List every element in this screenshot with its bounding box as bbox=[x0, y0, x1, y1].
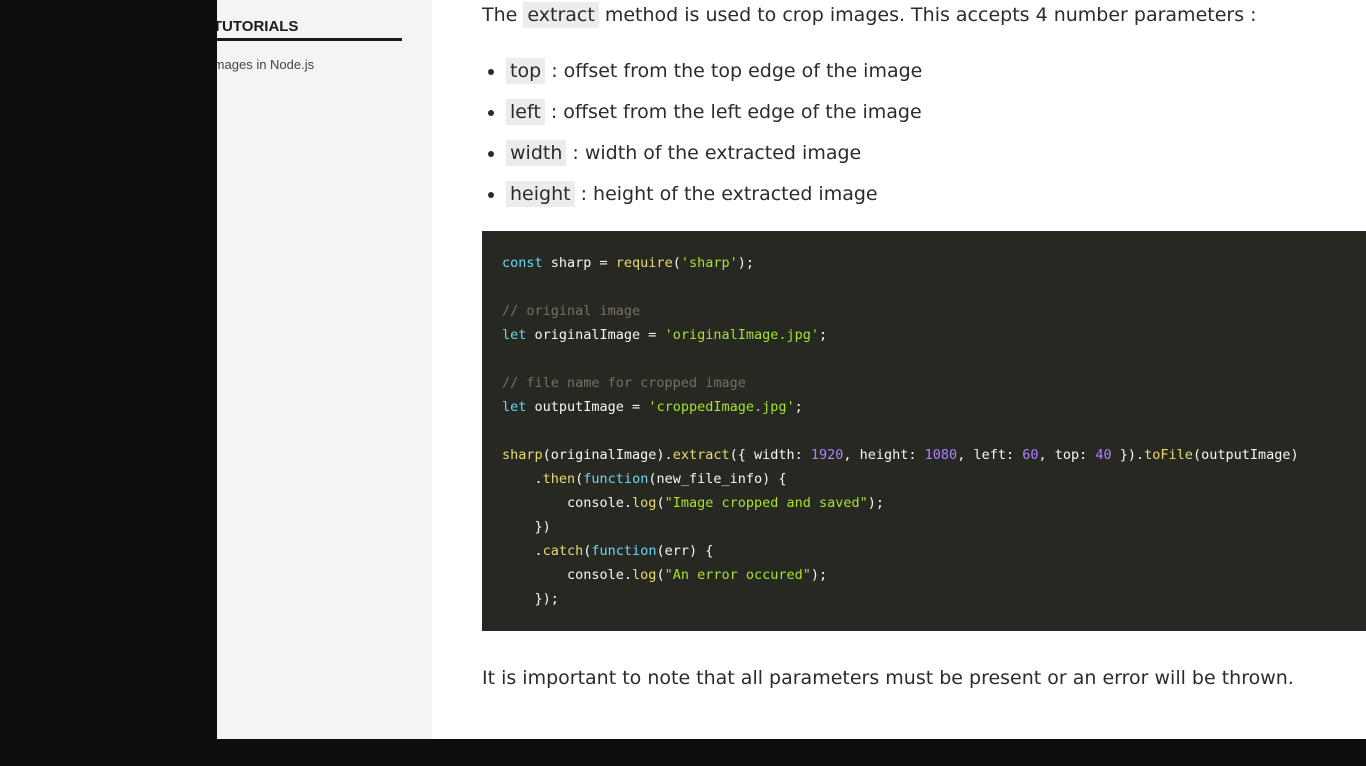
param-desc: : width of the extracted image bbox=[572, 142, 862, 164]
intro-paragraph: The extract method is used to crop image… bbox=[482, 2, 1257, 28]
list-item: left : offset from the left edge of the … bbox=[506, 94, 922, 135]
param-code: left bbox=[506, 99, 545, 125]
related-tutorials-heading: ATED TUTORIALS bbox=[217, 18, 402, 41]
param-desc: : offset from the left edge of the image bbox=[550, 101, 922, 123]
inline-code-extract: extract bbox=[523, 2, 599, 28]
code-block[interactable]: const sharp = require('sharp'); // origi… bbox=[482, 231, 1366, 631]
parameter-list: top : offset from the top edge of the im… bbox=[482, 53, 922, 217]
list-item: height : height of the extracted image bbox=[506, 176, 922, 217]
code-line: }); bbox=[502, 591, 559, 607]
code-line: console.log("An error occured"); bbox=[502, 567, 828, 583]
code-line: }) bbox=[502, 519, 551, 535]
param-code: width bbox=[506, 140, 567, 166]
code-line: let originalImage = 'originalImage.jpg'; bbox=[502, 327, 828, 343]
sidebar: ATED TUTORIALS ng Images in Node.js bbox=[217, 0, 432, 739]
param-desc: : height of the extracted image bbox=[580, 183, 878, 205]
intro-text-after: method is used to crop images. This acce… bbox=[604, 4, 1257, 26]
code-comment: // file name for cropped image bbox=[502, 375, 746, 391]
code-line: let outputImage = 'croppedImage.jpg'; bbox=[502, 399, 803, 415]
code-line: const sharp = require('sharp'); bbox=[502, 255, 755, 271]
code-line: .then(function(new_file_info) { bbox=[502, 471, 787, 487]
list-item: width : width of the extracted image bbox=[506, 135, 922, 176]
code-line: sharp(originalImage).extract({ width: 19… bbox=[502, 447, 1299, 463]
code-line: console.log("Image cropped and saved"); bbox=[502, 495, 885, 511]
param-code: top bbox=[506, 58, 546, 84]
intro-text-before: The bbox=[482, 4, 518, 26]
left-dark-margin bbox=[0, 0, 217, 739]
param-desc: : offset from the top edge of the image bbox=[551, 60, 923, 82]
related-tutorial-link[interactable]: ng Images in Node.js bbox=[217, 57, 314, 72]
bottom-dark-bar bbox=[0, 739, 1366, 766]
code-comment: // original image bbox=[502, 303, 641, 319]
param-code: height bbox=[506, 181, 575, 207]
list-item: top : offset from the top edge of the im… bbox=[506, 53, 922, 94]
code-line: .catch(function(err) { bbox=[502, 543, 714, 559]
outro-paragraph: It is important to note that all paramet… bbox=[482, 667, 1294, 689]
code-text: const sharp = require('sharp'); // origi… bbox=[482, 231, 1366, 611]
screen: ATED TUTORIALS ng Images in Node.js The … bbox=[0, 0, 1366, 766]
article-content: The extract method is used to crop image… bbox=[432, 0, 1366, 739]
